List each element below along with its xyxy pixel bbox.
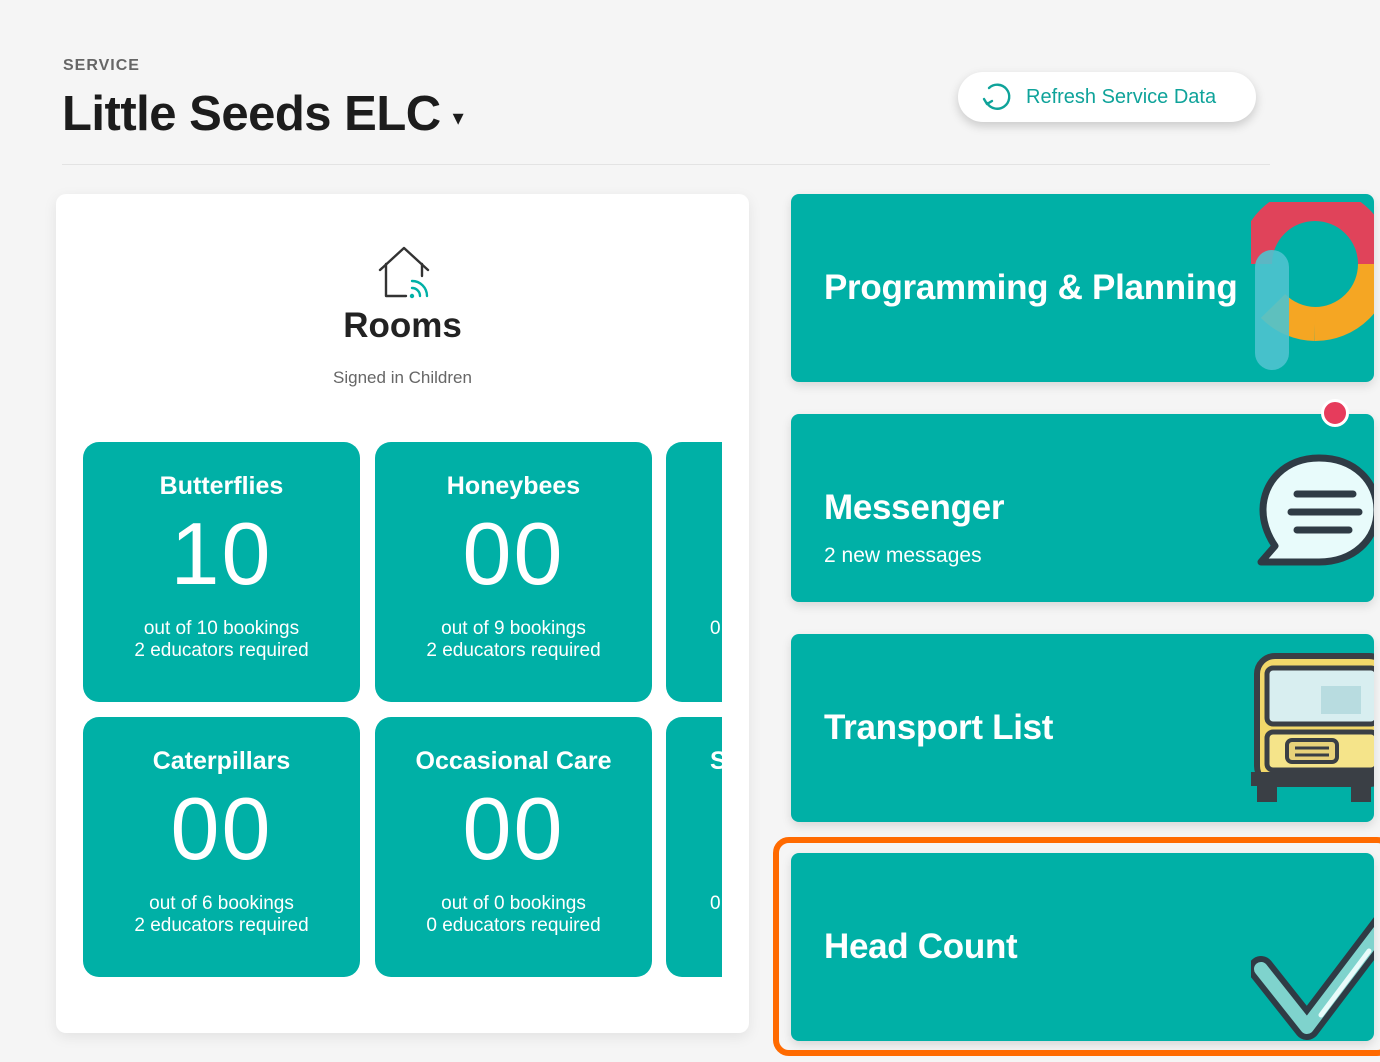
tile-title: Head Count <box>824 927 1018 966</box>
room-card-honeybees[interactable]: Honeybees 00 out of 9 bookings 2 educato… <box>375 442 652 702</box>
rooms-subtitle: Signed in Children <box>333 368 472 387</box>
caret-down-icon: ▾ <box>452 105 464 130</box>
room-educators: 2 educators required <box>134 640 309 661</box>
rooms-carousel[interactable]: Butterflies 10 out of 10 bookings 2 educ… <box>83 442 722 982</box>
refresh-label: Refresh Service Data <box>1026 85 1217 108</box>
room-bookings: out of 6 bookings <box>149 893 294 914</box>
tile-title: Messenger <box>824 488 1005 527</box>
room-bookings: out of 10 bookings <box>143 618 300 639</box>
service-name: Little Seeds ELC <box>62 87 441 141</box>
room-card-caterpillars[interactable]: Caterpillars 00 out of 6 bookings 2 educ… <box>83 717 360 977</box>
rooms-panel: Rooms Signed in Children Butterflies 10 … <box>56 194 749 1033</box>
tile-title: Programming & Planning <box>824 268 1238 307</box>
head-count-tile[interactable]: Head Count <box>791 853 1374 1041</box>
chat-bubble-icon <box>1257 454 1374 566</box>
room-count: 00 <box>462 779 565 878</box>
transport-list-tile[interactable]: Transport List <box>791 634 1374 822</box>
room-educators: 0 educators required <box>426 915 601 936</box>
room-bookings: out of 9 bookings <box>441 618 586 639</box>
room-name: Butterflies <box>159 472 284 500</box>
room-card-partial[interactable]: S 0 <box>666 717 722 977</box>
room-count: 10 <box>170 504 273 603</box>
room-name: Caterpillars <box>152 747 291 775</box>
programming-planning-tile[interactable]: Programming & Planning <box>791 194 1374 382</box>
room-name: Honeybees <box>446 472 581 500</box>
room-educators: 2 educators required <box>134 915 309 936</box>
room-name: S <box>710 747 722 775</box>
tile-title: Transport List <box>824 708 1054 747</box>
programming-logo-icon <box>1251 202 1374 370</box>
room-card-partial[interactable]: 0 <box>666 442 722 702</box>
service-selector[interactable]: Little Seeds ELC ▾ <box>62 86 464 142</box>
house-wifi-icon <box>378 246 430 299</box>
room-bookings: out of 0 bookings <box>441 893 586 914</box>
refresh-service-data-button[interactable]: Refresh Service Data <box>958 72 1256 122</box>
room-card-occasional-care[interactable]: Occasional Care 00 out of 0 bookings 0 e… <box>375 717 652 977</box>
refresh-icon <box>982 83 1011 110</box>
room-bookings: 0 <box>710 618 721 639</box>
messenger-tile[interactable]: Messenger 2 new messages <box>791 414 1374 602</box>
room-count: 00 <box>170 779 273 878</box>
notification-badge <box>1321 399 1349 427</box>
bus-icon <box>1251 653 1374 802</box>
room-bookings: 0 <box>710 893 721 914</box>
tile-subtitle: 2 new messages <box>824 544 982 567</box>
service-label: SERVICE <box>63 57 140 74</box>
rooms-title: Rooms <box>343 306 462 345</box>
room-name: Occasional Care <box>415 747 612 775</box>
checkmark-icon <box>1251 917 1374 1040</box>
room-card-butterflies[interactable]: Butterflies 10 out of 10 bookings 2 educ… <box>83 442 360 702</box>
room-count: 00 <box>462 504 565 603</box>
header-divider <box>62 164 1270 165</box>
room-educators: 2 educators required <box>426 640 601 661</box>
